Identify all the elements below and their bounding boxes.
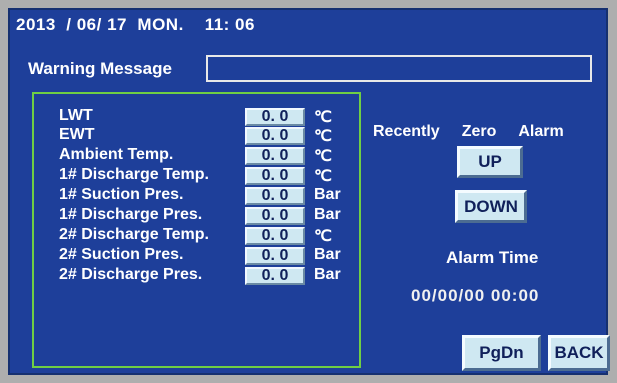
back-button[interactable]: BACK — [548, 335, 610, 371]
alarm-label: Alarm — [518, 123, 564, 140]
zero-label: Zero — [461, 123, 497, 140]
param-row-2-discharge-temp: 2# Discharge Temp. 0. 0 ℃ — [34, 226, 359, 246]
recent-zero-alarm-header: Recently Zero Alarm — [373, 123, 586, 141]
recently-label: Recently — [373, 123, 440, 140]
param-row-ambient-temp: Ambient Temp. 0. 0 ℃ — [34, 146, 359, 166]
param-unit: ℃ — [314, 109, 332, 126]
date-time-display: 2013 / 06/ 17 MON. 11: 06 — [16, 15, 255, 34]
param-value-field[interactable]: 0. 0 — [245, 227, 305, 245]
param-label: 2# Discharge Temp. — [59, 226, 209, 243]
param-value-field[interactable]: 0. 0 — [245, 187, 305, 205]
warning-message-label: Warning Message — [28, 59, 172, 78]
page-down-button[interactable]: PgDn — [462, 335, 541, 371]
param-value-field[interactable]: 0. 0 — [245, 267, 305, 285]
param-label: 1# Suction Pres. — [59, 186, 184, 203]
param-value-field[interactable]: 0. 0 — [245, 108, 305, 126]
param-label: LWT — [59, 107, 93, 124]
param-row-1-discharge-pres: 1# Discharge Pres. 0. 0 Bar — [34, 206, 359, 226]
hmi-screen: 2013 / 06/ 17 MON. 11: 06 Warning Messag… — [8, 8, 610, 375]
warning-message-field — [206, 55, 592, 82]
param-row-1-discharge-temp: 1# Discharge Temp. 0. 0 ℃ — [34, 166, 359, 186]
param-label: 2# Discharge Pres. — [59, 266, 203, 283]
down-button[interactable]: DOWN — [455, 190, 527, 223]
param-unit: Bar — [314, 266, 341, 283]
param-unit: Bar — [314, 186, 341, 203]
param-unit: Bar — [314, 206, 341, 223]
param-value-field[interactable]: 0. 0 — [245, 147, 305, 165]
param-label: Ambient Temp. — [59, 146, 174, 163]
param-unit: ℃ — [314, 148, 332, 165]
param-value-field[interactable]: 0. 0 — [245, 247, 305, 265]
param-row-1-suction-pres: 1# Suction Pres. 0. 0 Bar — [34, 186, 359, 206]
param-row-lwt: LWT 0. 0 ℃ — [34, 107, 359, 127]
param-label: 2# Suction Pres. — [59, 246, 184, 263]
parameter-panel: LWT 0. 0 ℃ EWT 0. 0 ℃ Ambient Temp. 0. 0… — [32, 92, 361, 368]
param-row-ewt: EWT 0. 0 ℃ — [34, 126, 359, 146]
param-unit: ℃ — [314, 228, 332, 245]
param-label: EWT — [59, 126, 95, 143]
param-unit: ℃ — [314, 128, 332, 145]
param-row-2-discharge-pres: 2# Discharge Pres. 0. 0 Bar — [34, 266, 359, 286]
param-row-2-suction-pres: 2# Suction Pres. 0. 0 Bar — [34, 246, 359, 266]
param-unit: Bar — [314, 246, 341, 263]
param-value-field[interactable]: 0. 0 — [245, 127, 305, 145]
up-button[interactable]: UP — [457, 146, 523, 178]
param-value-field[interactable]: 0. 0 — [245, 207, 305, 225]
param-label: 1# Discharge Temp. — [59, 166, 209, 183]
param-unit: ℃ — [314, 168, 332, 185]
alarm-time-value: 00/00/00 00:00 — [411, 286, 540, 305]
param-label: 1# Discharge Pres. — [59, 206, 203, 223]
param-value-field[interactable]: 0. 0 — [245, 167, 305, 185]
alarm-time-title: Alarm Time — [446, 248, 539, 267]
